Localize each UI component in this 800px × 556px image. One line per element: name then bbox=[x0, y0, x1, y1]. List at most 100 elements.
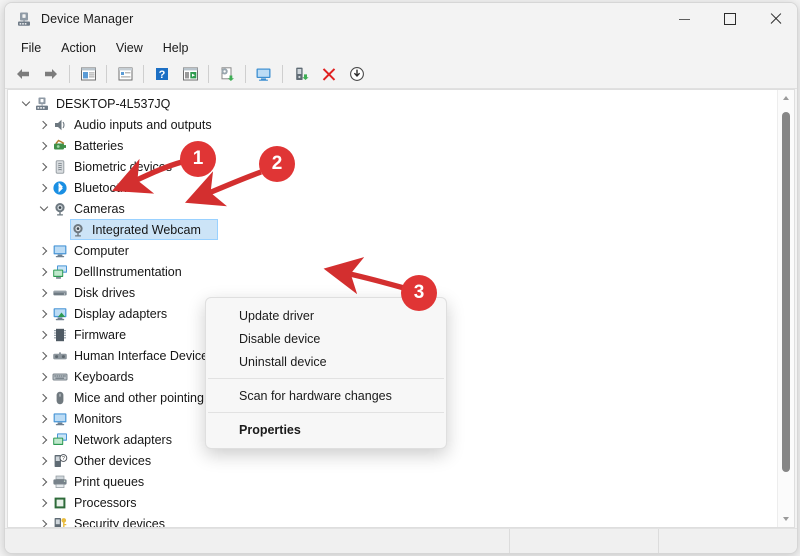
chevron-down-icon[interactable] bbox=[36, 201, 52, 217]
window-controls bbox=[662, 3, 797, 35]
tree-item-integrated-webcam[interactable]: Integrated Webcam bbox=[8, 219, 777, 240]
maximize-icon bbox=[723, 13, 736, 25]
bluetooth-icon bbox=[52, 180, 68, 196]
menu-view[interactable]: View bbox=[106, 38, 153, 58]
status-bar bbox=[5, 528, 797, 553]
scroll-down-icon bbox=[783, 517, 789, 521]
tree-item-label: Batteries bbox=[74, 138, 124, 153]
chevron-right-icon[interactable] bbox=[36, 138, 52, 154]
context-menu-item-properties[interactable]: Properties bbox=[206, 418, 446, 441]
tree-item-biometric-devices[interactable]: Biometric devices bbox=[8, 156, 777, 177]
tree-item-label: Display adapters bbox=[74, 306, 168, 321]
chevron-right-icon[interactable] bbox=[36, 516, 52, 527]
speaker-icon bbox=[52, 117, 68, 133]
network-adapter-icon bbox=[52, 432, 68, 448]
tree-item-label: Other devices bbox=[74, 453, 152, 468]
menu-bar: File Action View Help bbox=[5, 35, 797, 60]
chevron-down-icon[interactable] bbox=[18, 96, 34, 112]
annotation-badge-3: 3 bbox=[401, 275, 437, 311]
scroll-down-button[interactable] bbox=[778, 511, 794, 527]
tree-item-label: Monitors bbox=[74, 411, 122, 426]
show-hide-console-tree-icon bbox=[80, 67, 96, 81]
chevron-right-icon[interactable] bbox=[36, 369, 52, 385]
context-menu-item-uninstall-device[interactable]: Uninstall device bbox=[206, 350, 446, 373]
chevron-right-icon[interactable] bbox=[36, 327, 52, 343]
chevron-right-icon[interactable] bbox=[36, 495, 52, 511]
toolbar-separator bbox=[282, 65, 283, 83]
tree-item-label: Biometric devices bbox=[74, 159, 172, 174]
chevron-right-icon[interactable] bbox=[36, 306, 52, 322]
chevron-right-icon[interactable] bbox=[36, 390, 52, 406]
tree-item-label: Cameras bbox=[74, 201, 125, 216]
vertical-scrollbar[interactable] bbox=[777, 90, 794, 527]
chevron-right-icon[interactable] bbox=[36, 285, 52, 301]
chevron-right-icon[interactable] bbox=[36, 159, 52, 175]
tree-item-computer[interactable]: Computer bbox=[8, 240, 777, 261]
device-manager-window: Device Manager File Action View Help ? D… bbox=[4, 2, 798, 554]
help-button[interactable]: ? bbox=[149, 62, 175, 86]
tree-item-label: Keyboards bbox=[74, 369, 134, 384]
tree-item-processors[interactable]: Processors bbox=[8, 492, 777, 513]
tree-item-other-devices[interactable]: ? Other devices bbox=[8, 450, 777, 471]
context-menu: Update driver Disable device Uninstall d… bbox=[205, 297, 447, 449]
chevron-right-icon[interactable] bbox=[36, 432, 52, 448]
tree-item-label: Print queues bbox=[74, 474, 145, 489]
monitor-icon bbox=[52, 411, 68, 427]
console-tree-button[interactable] bbox=[75, 62, 101, 86]
tree-item-label: Security devices bbox=[74, 516, 166, 528]
device-tree-pane: DESKTOP-4L537JQ Audio inputs and outputs bbox=[7, 89, 795, 528]
tree-item-label: DellInstrumentation bbox=[74, 264, 182, 279]
toolbar-separator bbox=[245, 65, 246, 83]
toolbar-separator bbox=[208, 65, 209, 83]
close-button[interactable] bbox=[752, 3, 797, 35]
maximize-button[interactable] bbox=[707, 3, 752, 35]
menu-action[interactable]: Action bbox=[51, 38, 106, 58]
scrollbar-thumb[interactable] bbox=[782, 112, 790, 472]
tree-item-security-devices[interactable]: Security devices bbox=[8, 513, 777, 527]
tree-item-label: Computer bbox=[74, 243, 129, 258]
forward-button[interactable] bbox=[38, 62, 64, 86]
menu-file[interactable]: File bbox=[11, 38, 51, 58]
chevron-right-icon[interactable] bbox=[36, 180, 52, 196]
download-icon bbox=[350, 67, 364, 81]
uninstall-device-button[interactable] bbox=[316, 62, 342, 86]
chevron-right-icon[interactable] bbox=[36, 243, 52, 259]
view-details-button[interactable] bbox=[177, 62, 203, 86]
back-button[interactable] bbox=[10, 62, 36, 86]
tree-item-label: Firmware bbox=[74, 327, 127, 342]
toolbar: ? bbox=[5, 60, 797, 89]
tree-item-label: Audio inputs and outputs bbox=[74, 117, 212, 132]
chevron-right-icon[interactable] bbox=[36, 264, 52, 280]
minimize-button[interactable] bbox=[662, 3, 707, 35]
scroll-up-button[interactable] bbox=[778, 90, 794, 106]
toolbar-separator bbox=[69, 65, 70, 83]
tree-item-root[interactable]: DESKTOP-4L537JQ bbox=[8, 93, 777, 114]
update-driver-button[interactable] bbox=[214, 62, 240, 86]
tree-item-batteries[interactable]: Batteries bbox=[8, 135, 777, 156]
chevron-right-icon[interactable] bbox=[36, 411, 52, 427]
context-menu-item-disable-device[interactable]: Disable device bbox=[206, 327, 446, 350]
hid-icon bbox=[52, 348, 68, 364]
tree-item-cameras[interactable]: Cameras bbox=[8, 198, 777, 219]
chevron-right-icon[interactable] bbox=[36, 348, 52, 364]
annotation-badge-2: 2 bbox=[259, 146, 295, 182]
chevron-right-icon[interactable] bbox=[36, 453, 52, 469]
camera-icon bbox=[52, 201, 68, 217]
scan-hardware-button[interactable] bbox=[251, 62, 277, 86]
battery-icon bbox=[52, 138, 68, 154]
properties-button[interactable] bbox=[112, 62, 138, 86]
chevron-right-icon[interactable] bbox=[36, 474, 52, 490]
tree-item-dellinstrumentation[interactable]: DellInstrumentation bbox=[8, 261, 777, 282]
tree-item-print-queues[interactable]: Print queues bbox=[8, 471, 777, 492]
toolbar-separator bbox=[143, 65, 144, 83]
chevron-right-icon[interactable] bbox=[36, 117, 52, 133]
menu-help[interactable]: Help bbox=[153, 38, 199, 58]
tree-item-bluetooth[interactable]: Bluetooth bbox=[8, 177, 777, 198]
context-menu-item-scan-for-hardware-changes[interactable]: Scan for hardware changes bbox=[206, 384, 446, 407]
download-button[interactable] bbox=[344, 62, 370, 86]
tree-item-audio-inputs-and-outputs[interactable]: Audio inputs and outputs bbox=[8, 114, 777, 135]
enable-device-button[interactable] bbox=[288, 62, 314, 86]
computer-root-icon bbox=[34, 96, 50, 112]
close-icon bbox=[769, 13, 781, 25]
minimize-icon bbox=[679, 18, 690, 20]
